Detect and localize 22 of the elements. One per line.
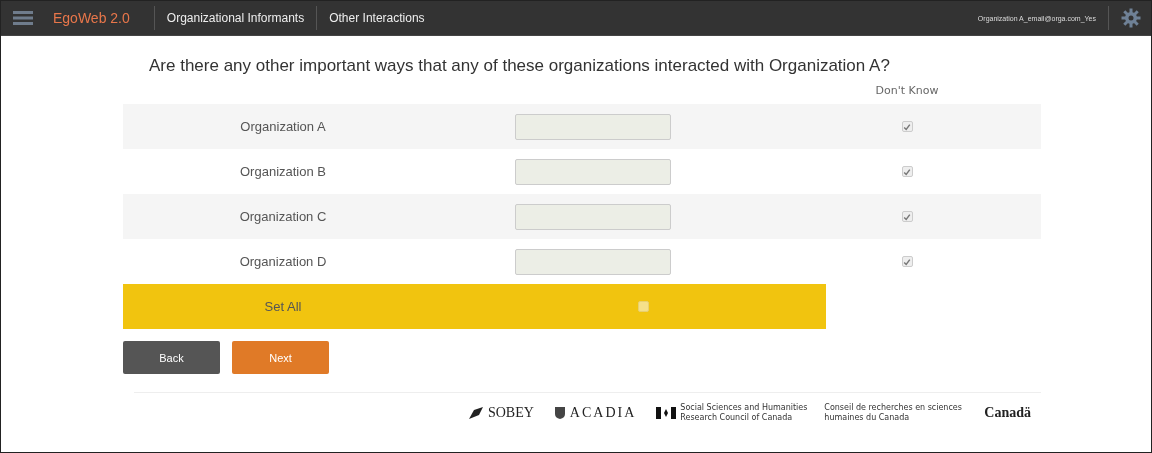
brand-link[interactable]: EgoWeb 2.0 (53, 10, 130, 26)
row-label: Organization D (239, 254, 327, 269)
question-text: Are there any other important ways that any of these organizations interacted with Organization A? (149, 56, 891, 76)
logo-text: Social Sciences and Humanities Research Council of Canada (680, 403, 809, 423)
logo-text: Conseil de recherches en sciences humaines du Canada (824, 403, 963, 423)
back-button[interactable]: Back (123, 341, 220, 374)
row-label: Organization C (239, 209, 327, 224)
settings-icon[interactable] (1121, 8, 1141, 28)
nav-link[interactable]: Organizational Informants (166, 11, 305, 25)
sobey-logo-icon (467, 406, 484, 420)
set-all-label: Set All (264, 299, 302, 314)
logo-text: ACADIA (569, 405, 637, 421)
nav-link[interactable]: Other Interactions (329, 11, 425, 25)
logo-text: SOBEY (487, 405, 534, 421)
row-label: Organization B (240, 164, 326, 179)
flag-icon (656, 407, 677, 419)
menu-icon[interactable] (13, 11, 33, 25)
column-header: Don't Know (874, 83, 939, 97)
row-label: Organization A (240, 119, 326, 134)
checkbox[interactable] (637, 301, 649, 312)
logo-text: Canadä (984, 405, 1031, 421)
crest-icon (553, 406, 566, 420)
